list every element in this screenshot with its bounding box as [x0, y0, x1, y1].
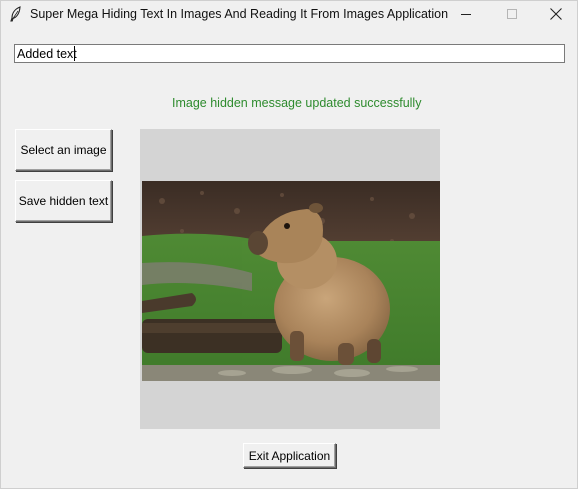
save-hidden-text-button[interactable]: Save hidden text — [15, 180, 112, 222]
text-caret — [74, 46, 75, 61]
app-window: Super Mega Hiding Text In Images And Rea… — [0, 0, 578, 489]
maximize-icon — [507, 8, 517, 22]
minimize-button[interactable] — [443, 1, 489, 29]
close-icon — [550, 7, 562, 23]
capybara-image — [142, 181, 440, 381]
window-title: Super Mega Hiding Text In Images And Rea… — [30, 7, 449, 21]
status-message: Image hidden message updated successfull… — [172, 96, 422, 110]
exit-application-button[interactable]: Exit Application — [243, 443, 336, 468]
hidden-text-input[interactable] — [14, 44, 565, 63]
image-preview-frame — [140, 129, 440, 429]
close-button[interactable] — [533, 1, 578, 29]
maximize-button[interactable] — [489, 1, 535, 29]
minimize-icon — [461, 8, 471, 22]
feather-icon — [9, 6, 23, 22]
select-image-button[interactable]: Select an image — [15, 129, 112, 171]
title-bar[interactable]: Super Mega Hiding Text In Images And Rea… — [1, 1, 577, 29]
